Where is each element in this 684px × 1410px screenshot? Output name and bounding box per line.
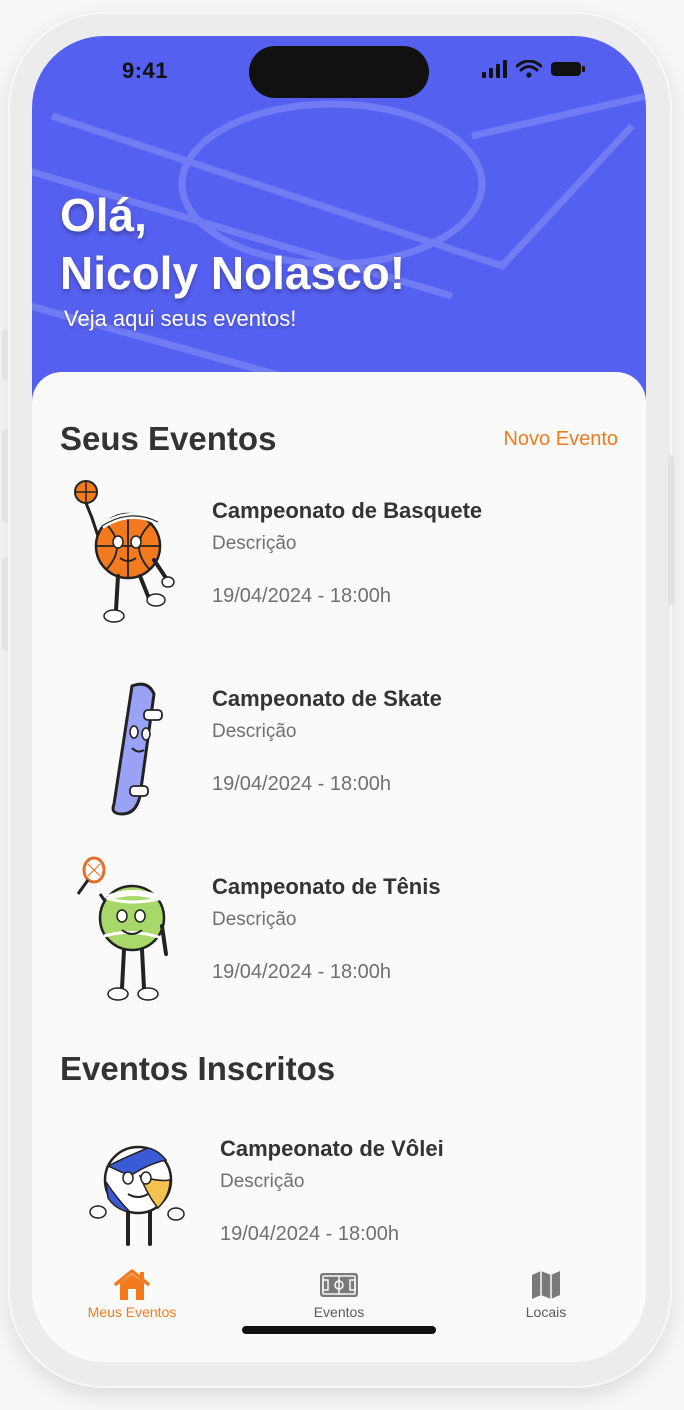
volleyball-mascot-icon (89, 1145, 185, 1246)
nav-item-meus-eventos[interactable]: Meus Eventos (52, 1268, 212, 1320)
volume-up-button (2, 430, 8, 522)
app-screen: 9:41 Olá, Nicoly Nolasco! Veja aqui seus… (32, 36, 646, 1362)
tennis-ball-mascot-icon (76, 856, 168, 1001)
event-datetime: 19/04/2024 - 18:00h (212, 961, 392, 983)
event-title: Campeonato de Tênis (212, 874, 441, 899)
volume-down-button (2, 558, 8, 650)
home-indicator (242, 1326, 436, 1334)
status-icons (482, 60, 586, 78)
event-datetime: 19/04/2024 - 18:00h (220, 1223, 400, 1245)
event-card[interactable]: Campeonato de Basquete Descrição 19/04/2… (60, 478, 620, 628)
home-icon (114, 1269, 150, 1300)
power-button (668, 455, 674, 605)
event-card[interactable]: Campeonato de Skate Descrição 19/04/2024… (60, 666, 620, 816)
event-description: Descrição (212, 909, 297, 930)
greeting-line: Olá, (60, 189, 147, 241)
event-description: Descrição (212, 533, 297, 554)
my-events-title: Seus Eventos (60, 420, 277, 457)
nav-label: Locais (525, 1304, 567, 1320)
event-datetime: 19/04/2024 - 18:00h (212, 773, 392, 795)
battery-icon (551, 62, 585, 76)
event-datetime: 19/04/2024 - 18:00h (212, 585, 392, 607)
nav-label: Meus Eventos (87, 1304, 177, 1320)
user-name: Nicoly Nolasco! (60, 247, 406, 299)
dynamic-island (249, 46, 429, 98)
new-event-button[interactable]: Novo Evento (503, 428, 618, 451)
greeting-heading: Olá, Nicoly Nolasco! (60, 186, 405, 302)
bottom-navigation: Meus Eventos Eventos Locais (32, 1260, 646, 1362)
event-description: Descrição (212, 721, 297, 742)
subscribed-events-title: Eventos Inscritos (60, 1050, 336, 1087)
header-banner: 9:41 Olá, Nicoly Nolasco! Veja aqui seus… (32, 36, 646, 416)
event-card[interactable]: Campeonato de Vôlei Descrição 19/04/2024… (68, 1116, 628, 1266)
field-icon (320, 1273, 358, 1297)
nav-label: Eventos (313, 1304, 365, 1320)
event-card[interactable]: Campeonato de Tênis Descrição 19/04/2024… (60, 854, 620, 1004)
wifi-icon (516, 60, 542, 78)
cellular-signal-icon (482, 60, 507, 78)
header-subtitle: Veja aqui seus eventos! (64, 306, 297, 331)
skateboard-mascot-icon (111, 682, 163, 816)
status-time: 9:41 (122, 58, 169, 83)
nav-item-eventos[interactable]: Eventos (259, 1268, 419, 1320)
event-title: Campeonato de Vôlei (220, 1136, 444, 1161)
basketball-mascot-icon (74, 480, 175, 623)
mute-switch (2, 330, 8, 380)
status-bar: 9:41 (32, 36, 646, 116)
event-description: Descrição (220, 1171, 305, 1192)
event-title: Campeonato de Basquete (212, 498, 483, 523)
event-title: Campeonato de Skate (212, 686, 442, 711)
map-icon (532, 1271, 560, 1299)
nav-item-locais[interactable]: Locais (466, 1268, 626, 1320)
